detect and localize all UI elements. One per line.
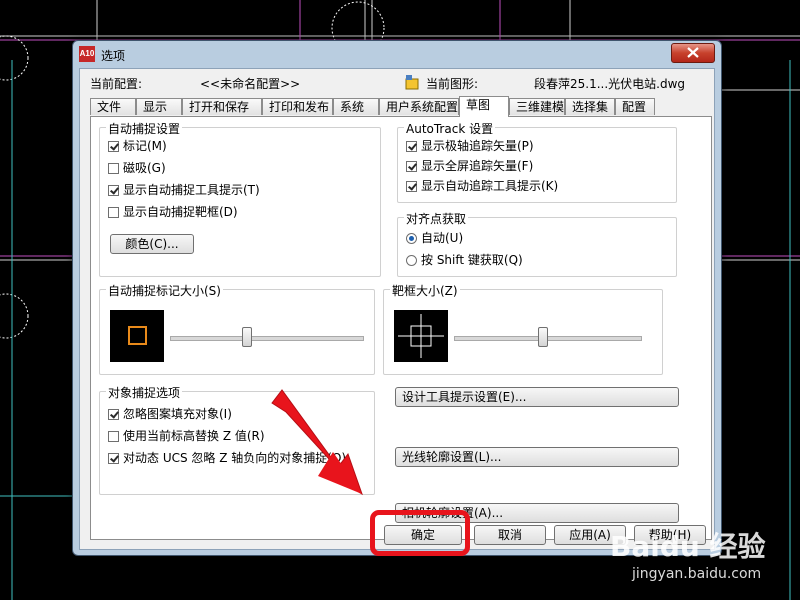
baidu-watermark-url: jingyan.baidu.com xyxy=(632,566,762,582)
tab-drafting[interactable]: 草图 xyxy=(459,96,509,117)
baidu-watermark: Baidu 经验 xyxy=(610,530,766,563)
pointer-arrow-icon xyxy=(271,389,363,496)
